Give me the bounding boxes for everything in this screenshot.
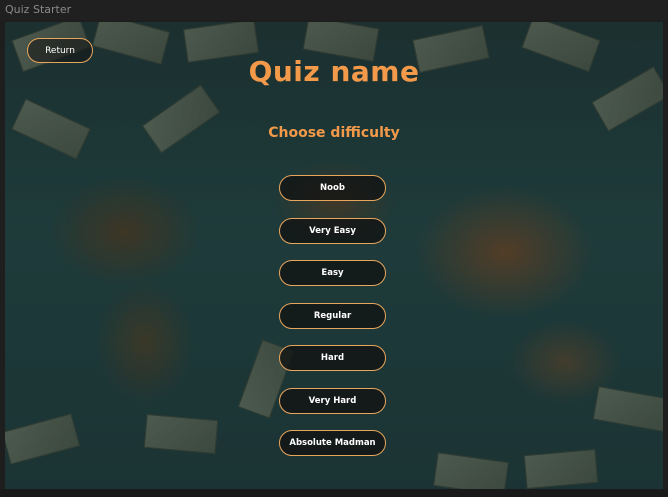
difficulty-button-regular[interactable]: Regular <box>279 302 386 329</box>
quiz-title: Quiz name <box>248 55 420 88</box>
window-bottom-edge <box>0 489 668 497</box>
difficulty-button-absolute-madman[interactable]: Absolute Madman <box>279 430 386 456</box>
difficulty-button-hard[interactable]: Hard <box>279 345 386 371</box>
difficulty-heading: Choose difficulty <box>268 125 400 141</box>
difficulty-button-easy[interactable]: Easy <box>279 260 386 286</box>
difficulty-button-noob[interactable]: Noob <box>279 175 386 201</box>
difficulty-button-very-easy[interactable]: Very Easy <box>279 217 386 244</box>
window-title: Quiz Starter <box>0 0 668 20</box>
difficulty-list: Noob Very Easy Easy Regular Hard Very Ha… <box>279 175 386 473</box>
difficulty-button-very-hard[interactable]: Very Hard <box>279 387 386 414</box>
world-map-background: Return Quiz name Choose difficulty Noob … <box>5 22 663 489</box>
